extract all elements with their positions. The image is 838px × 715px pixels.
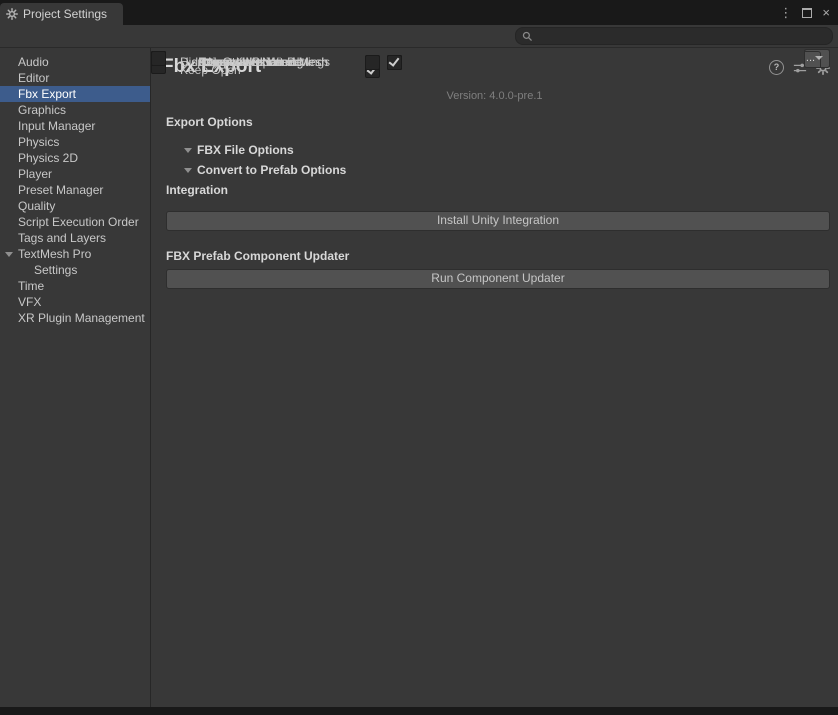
close-icon[interactable]: × — [822, 6, 830, 19]
sidebar-item-textmesh-pro[interactable]: TextMesh Pro — [0, 246, 150, 262]
toolbar — [0, 25, 838, 48]
sidebar-item-label: VFX — [18, 295, 41, 309]
sidebar-item-fbx-export[interactable]: Fbx Export — [0, 86, 150, 102]
content-area: Audio Editor Fbx Export Graphics Input Manag… — [0, 48, 838, 707]
sidebar-item-label: Settings — [34, 263, 77, 277]
sidebar-item-quality[interactable]: Quality — [0, 198, 150, 214]
project-settings-window: Project Settings ⋮ × Audio Editor Fbx Expo… — [0, 0, 838, 715]
section-export-options: Export Options — [151, 112, 838, 132]
foldout-arrow-icon[interactable] — [5, 252, 13, 257]
run-component-updater-button[interactable]: Run Component Updater — [166, 269, 830, 289]
sidebar-item-label: Graphics — [18, 103, 66, 117]
row-fbx-file-options[interactable]: FBX File Options — [151, 140, 838, 160]
sidebar-item-tags-and-layers[interactable]: Tags and Layers — [0, 230, 150, 246]
sidebar-item-input-manager[interactable]: Input Manager — [0, 118, 150, 134]
search-box[interactable] — [515, 27, 833, 45]
sidebar-item-label: TextMesh Pro — [18, 247, 91, 261]
foldout-label: Convert to Prefab Options — [197, 163, 346, 177]
sidebar-item-label: Script Execution Order — [18, 215, 139, 229]
row-convert-to-prefab-options[interactable]: Convert to Prefab Options — [151, 160, 838, 180]
hide-native-menu-checkbox[interactable] — [365, 55, 380, 70]
tab-project-settings[interactable]: Project Settings — [0, 3, 123, 25]
main-panel: Fbx Export ? — [151, 48, 838, 707]
foldout-arrow-icon[interactable] — [184, 148, 192, 153]
sidebar-item-physics[interactable]: Physics — [0, 134, 150, 150]
sidebar-item-label: Fbx Export — [18, 87, 76, 101]
sidebar-item-label: Player — [18, 167, 52, 181]
sidebar-item-label: Input Manager — [18, 119, 95, 133]
search-icon — [522, 31, 533, 42]
section-fbx-prefab-component-updater: FBX Prefab Component Updater — [151, 246, 838, 266]
foldout-label: FBX File Options — [197, 143, 294, 157]
help-icon[interactable]: ? — [769, 60, 784, 75]
sidebar-item-graphics[interactable]: Graphics — [0, 102, 150, 118]
foldout-arrow-icon[interactable] — [184, 168, 192, 173]
row-run-component-updater: Run Component Updater — [151, 266, 838, 290]
row-hide-native-menu: Hide Native Menu — [151, 51, 166, 66]
sidebar-item-label: Physics — [18, 135, 59, 149]
window-controls: ⋮ × — [779, 0, 830, 25]
settings-nav: Audio Editor Fbx Export Graphics Input Manag… — [0, 48, 151, 707]
sidebar-item-time[interactable]: Time — [0, 278, 150, 294]
titlebar: Project Settings ⋮ × — [0, 0, 838, 25]
sidebar-item-label: Audio — [18, 55, 49, 69]
sidebar-item-preset-manager[interactable]: Preset Manager — [0, 182, 150, 198]
sidebar-item-label: XR Plugin Management — [18, 311, 145, 325]
sidebar-item-label: Time — [18, 279, 44, 293]
sidebar-item-script-execution-order[interactable]: Script Execution Order — [0, 214, 150, 230]
section-title: Export Options — [166, 115, 253, 129]
sidebar-item-vfx[interactable]: VFX — [0, 294, 150, 310]
maximize-icon[interactable] — [802, 8, 812, 18]
sidebar-item-xr-plugin-management[interactable]: XR Plugin Management — [0, 310, 150, 326]
compatible-naming-checkbox[interactable] — [387, 55, 402, 70]
version-label: Version: 4.0.0-pre.1 — [151, 90, 838, 102]
section-title: Integration — [166, 183, 228, 197]
sidebar-item-label: Preset Manager — [18, 183, 103, 197]
fbx-export-form: Export OptionsDisplay Options WindowFBX … — [151, 112, 838, 290]
sidebar-item-settings[interactable]: Settings — [0, 262, 150, 278]
3d-application-browse-button[interactable]: ... — [804, 51, 821, 68]
tab-title: Project Settings — [23, 7, 107, 21]
sidebar-item-label: Tags and Layers — [18, 231, 106, 245]
sidebar-item-physics-2d[interactable]: Physics 2D — [0, 150, 150, 166]
row-3d-application: 3D ApplicationMaya 2019... — [804, 49, 830, 68]
field-label: Hide Native Menu — [180, 55, 275, 69]
sidebar-item-audio[interactable]: Audio — [0, 54, 150, 70]
install-unity-integration-button[interactable]: Install Unity Integration — [166, 211, 830, 231]
window-menu-icon[interactable]: ⋮ — [779, 6, 792, 19]
search-input[interactable] — [537, 30, 826, 42]
row-install-unity-integration: Install Unity Integration — [151, 208, 838, 232]
section-integration: Integration — [151, 180, 838, 200]
sidebar-item-label: Editor — [18, 71, 49, 85]
sidebar-item-editor[interactable]: Editor — [0, 70, 150, 86]
gear-icon — [6, 8, 18, 20]
sidebar-item-player[interactable]: Player — [0, 166, 150, 182]
sidebar-item-label: Physics 2D — [18, 151, 78, 165]
window-bottom-edge — [0, 707, 838, 715]
section-title: FBX Prefab Component Updater — [166, 249, 349, 263]
sidebar-item-label: Quality — [18, 199, 55, 213]
